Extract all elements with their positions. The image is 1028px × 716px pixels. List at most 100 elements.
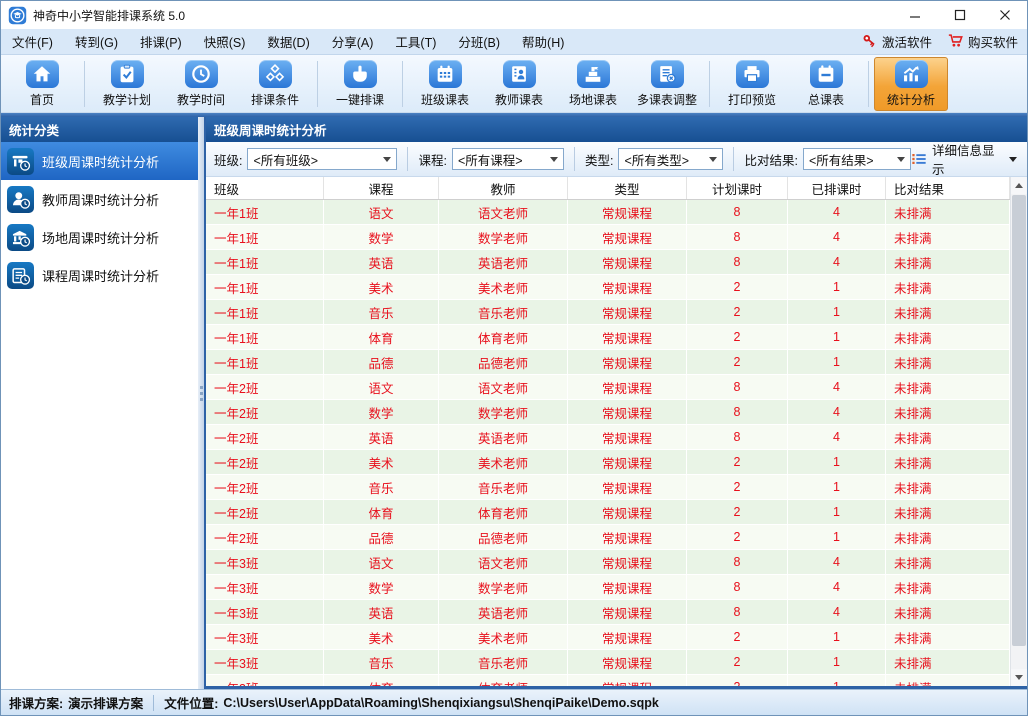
sidebar-item-0[interactable]: 班级周课时统计分析 <box>1 142 198 180</box>
toolbar-button-label: 教学计划 <box>103 91 151 108</box>
cell-result: 未排满 <box>886 225 1010 250</box>
toolbar-button-time[interactable]: 教学时间 <box>164 57 238 111</box>
sidebar-item-1[interactable]: 教师周课时统计分析 <box>1 180 198 218</box>
chevron-down-icon <box>550 157 558 162</box>
toolbar-button-adjust[interactable]: 多课表调整 <box>630 57 704 111</box>
cell-class: 一年2班 <box>206 475 324 500</box>
table-row[interactable]: 一年2班音乐音乐老师常规课程21未排满 <box>206 475 1010 500</box>
toolbar-button-stats[interactable]: 统计分析 <box>874 57 948 111</box>
table-row[interactable]: 一年1班数学数学老师常规课程84未排满 <box>206 225 1010 250</box>
sidebar-item-3[interactable]: 课程周课时统计分析 <box>1 256 198 294</box>
menu-item-1[interactable]: 转到(G) <box>64 29 129 54</box>
course-filter-dropdown[interactable]: <所有课程> <box>452 148 564 170</box>
toolbar-button-label: 总课表 <box>808 91 844 108</box>
splitter[interactable] <box>198 117 204 689</box>
toolbar-button-classtable[interactable]: 班级课表 <box>408 57 482 111</box>
sidebar-header: 统计分类 <box>1 117 198 142</box>
menu-item-5[interactable]: 分享(A) <box>321 29 385 54</box>
table-row[interactable]: 一年2班英语英语老师常规课程84未排满 <box>206 425 1010 450</box>
class-filter-dropdown[interactable]: <所有班级> <box>247 148 397 170</box>
menu-item-8[interactable]: 帮助(H) <box>511 29 575 54</box>
table-row[interactable]: 一年3班英语英语老师常规课程84未排满 <box>206 600 1010 625</box>
activate-software-button[interactable]: 激活软件 <box>861 32 932 52</box>
scrollbar-track[interactable] <box>1011 194 1027 669</box>
cell-arranged: 1 <box>788 525 886 550</box>
scroll-down-button[interactable] <box>1011 669 1027 686</box>
toolbar-button-teachertable[interactable]: 教师课表 <box>482 57 556 111</box>
table-row[interactable]: 一年1班语文语文老师常规课程84未排满 <box>206 200 1010 225</box>
sidebar-item-2[interactable]: 场地周课时统计分析 <box>1 218 198 256</box>
table-row[interactable]: 一年3班音乐音乐老师常规课程21未排满 <box>206 650 1010 675</box>
minimize-button[interactable] <box>892 1 937 29</box>
table-row[interactable]: 一年2班语文语文老师常规课程84未排满 <box>206 375 1010 400</box>
cell-class: 一年1班 <box>206 325 324 350</box>
cell-teacher: 体育老师 <box>439 500 568 525</box>
table-row[interactable]: 一年2班品德品德老师常规课程21未排满 <box>206 525 1010 550</box>
result-filter-dropdown[interactable]: <所有结果> <box>803 148 911 170</box>
table-row[interactable]: 一年2班美术美术老师常规课程21未排满 <box>206 450 1010 475</box>
table-row[interactable]: 一年1班美术美术老师常规课程21未排满 <box>206 275 1010 300</box>
cell-teacher: 音乐老师 <box>439 650 568 675</box>
toolbar-button-home[interactable]: 首页 <box>5 57 79 111</box>
toolbar-button-label: 教师课表 <box>495 91 543 108</box>
menu-item-7[interactable]: 分班(B) <box>447 29 511 54</box>
buy-software-button[interactable]: 购买软件 <box>947 32 1018 52</box>
menu-item-4[interactable]: 数据(D) <box>256 29 320 54</box>
toolbar-separator <box>317 61 318 107</box>
sidebar-item-label: 课程周课时统计分析 <box>42 266 159 285</box>
chevron-down-icon <box>709 157 717 162</box>
table-row[interactable]: 一年2班体育体育老师常规课程21未排满 <box>206 500 1010 525</box>
menu-item-0[interactable]: 文件(F) <box>1 29 64 54</box>
table-row[interactable]: 一年1班品德品德老师常规课程21未排满 <box>206 350 1010 375</box>
scrollbar-thumb[interactable] <box>1012 195 1026 646</box>
table-row[interactable]: 一年3班数学数学老师常规课程84未排满 <box>206 575 1010 600</box>
cell-type: 常规课程 <box>568 400 687 425</box>
toolbar-button-print[interactable]: 打印预览 <box>715 57 789 111</box>
toolbar-button-venuetable[interactable]: 场地课表 <box>556 57 630 111</box>
cell-result: 未排满 <box>886 500 1010 525</box>
close-button[interactable] <box>982 1 1027 29</box>
cell-course: 音乐 <box>324 475 439 500</box>
cell-planned: 2 <box>687 625 788 650</box>
cell-result: 未排满 <box>886 600 1010 625</box>
toolbar-button-label: 排课条件 <box>251 91 299 108</box>
sidebar-item-label: 教师周课时统计分析 <box>42 190 159 209</box>
cell-planned: 2 <box>687 500 788 525</box>
scroll-up-button[interactable] <box>1011 177 1027 194</box>
cell-teacher: 美术老师 <box>439 450 568 475</box>
menu-item-3[interactable]: 快照(S) <box>193 29 257 54</box>
cell-result: 未排满 <box>886 650 1010 675</box>
type-filter-dropdown[interactable]: <所有类型> <box>618 148 723 170</box>
column-header-class: 班级 <box>206 177 324 199</box>
cell-teacher: 体育老师 <box>439 325 568 350</box>
toolbar-button-master[interactable]: 总课表 <box>789 57 863 111</box>
cell-class: 一年2班 <box>206 375 324 400</box>
vertical-scrollbar[interactable] <box>1010 177 1027 686</box>
cell-teacher: 语文老师 <box>439 200 568 225</box>
menu-item-6[interactable]: 工具(T) <box>384 29 447 54</box>
cell-result: 未排满 <box>886 550 1010 575</box>
chevron-down-icon <box>897 157 905 162</box>
table-row[interactable]: 一年3班美术美术老师常规课程21未排满 <box>206 625 1010 650</box>
table-row[interactable]: 一年1班英语英语老师常规课程84未排满 <box>206 250 1010 275</box>
cell-teacher: 语文老师 <box>439 550 568 575</box>
status-divider <box>153 695 154 711</box>
table-row[interactable]: 一年3班语文语文老师常规课程84未排满 <box>206 550 1010 575</box>
table-row[interactable]: 一年2班数学数学老师常规课程84未排满 <box>206 400 1010 425</box>
detail-info-toggle[interactable]: 详细信息显示 <box>911 140 1017 178</box>
toolbar-button-plan[interactable]: 教学计划 <box>90 57 164 111</box>
maximize-button[interactable] <box>937 1 982 29</box>
column-header-planned: 计划课时 <box>687 177 788 199</box>
table-row[interactable]: 一年1班体育体育老师常规课程21未排满 <box>206 325 1010 350</box>
table-row[interactable]: 一年1班音乐音乐老师常规课程21未排满 <box>206 300 1010 325</box>
cell-class: 一年1班 <box>206 200 324 225</box>
toolbar-button-autoschedule[interactable]: 一键排课 <box>323 57 397 111</box>
cell-planned: 2 <box>687 300 788 325</box>
cell-arranged: 1 <box>788 675 886 686</box>
menu-item-2[interactable]: 排课(P) <box>129 29 193 54</box>
cell-type: 常规课程 <box>568 475 687 500</box>
toolbar-button-condition[interactable]: 排课条件 <box>238 57 312 111</box>
cell-type: 常规课程 <box>568 525 687 550</box>
cell-result: 未排满 <box>886 300 1010 325</box>
table-row[interactable]: 一年3班体育体育老师常规课程21未排满 <box>206 675 1010 686</box>
